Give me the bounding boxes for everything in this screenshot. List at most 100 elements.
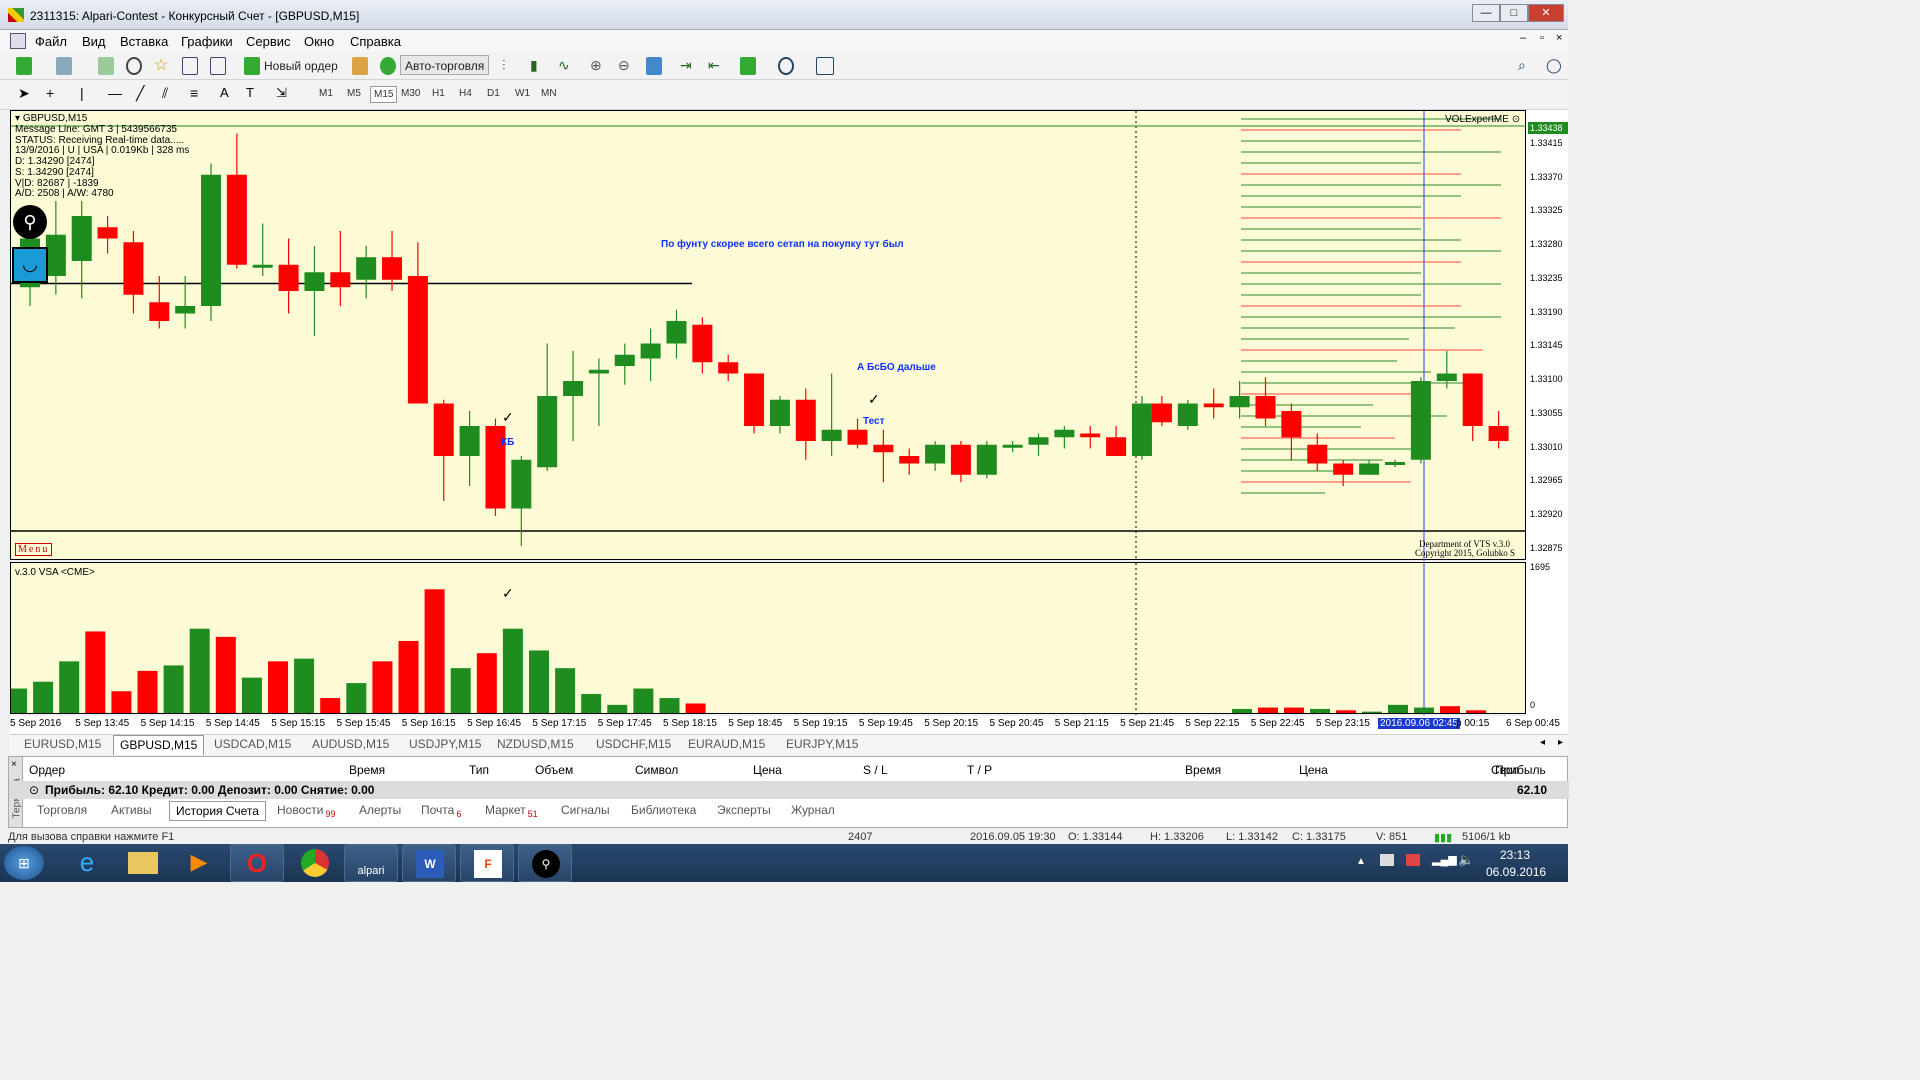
terminal-tab[interactable]: Маркет 51: [485, 803, 538, 819]
media-player-icon[interactable]: ▶: [172, 844, 226, 882]
word-icon[interactable]: W: [402, 844, 456, 882]
autotrading-button[interactable]: Авто-торговля: [400, 55, 490, 75]
chart-window[interactable]: ▾ GBPUSD,M15 Message Line: GMT 3 | 54395…: [10, 110, 1568, 716]
smile-button[interactable]: ◡: [12, 247, 48, 283]
metaeditor-icon[interactable]: [352, 57, 368, 75]
terminal-icon[interactable]: [182, 57, 198, 75]
bar-chart-icon[interactable]: ⫶: [502, 57, 520, 75]
profiles-icon[interactable]: [56, 57, 72, 75]
terminal-tab[interactable]: Журнал: [791, 803, 835, 817]
opera-icon[interactable]: O: [230, 844, 284, 882]
terminal-tab[interactable]: Новости 99: [277, 803, 335, 819]
terminal-tab[interactable]: Библиотека: [631, 803, 696, 817]
tf-m30[interactable]: M30: [398, 86, 423, 101]
fibonacci-icon[interactable]: ≡: [190, 85, 208, 103]
new-chart-icon[interactable]: [16, 57, 32, 75]
tray-app-icon[interactable]: [1406, 854, 1420, 866]
menu-charts[interactable]: Графики: [181, 34, 233, 49]
tabs-left-icon[interactable]: ◂: [1540, 737, 1545, 748]
terminal-tab[interactable]: Сигналы: [561, 803, 610, 817]
chart-shift-icon[interactable]: ⇤: [708, 57, 726, 75]
symbol-tab[interactable]: USDCHF,M15: [590, 737, 677, 751]
menu-insert[interactable]: Вставка: [120, 34, 168, 49]
candle-chart-icon[interactable]: ▮: [530, 57, 548, 75]
terminal-tab[interactable]: Эксперты: [717, 803, 771, 817]
time-axis[interactable]: 5 Sep 2016 5 Sep 13:45 5 Sep 14:15 5 Sep 14…: [10, 716, 1568, 734]
doc-icon[interactable]: [10, 33, 26, 49]
symbol-tab[interactable]: EURAUD,M15: [682, 737, 771, 751]
symbol-tab[interactable]: GBPUSD,M15: [113, 735, 205, 755]
market-watch-icon[interactable]: [98, 57, 114, 75]
tester-icon[interactable]: [210, 57, 226, 75]
minimize-button[interactable]: —: [1472, 4, 1500, 22]
price-axis[interactable]: 1.33415 1.33370 1.33325 1.33280 1.33235 1.331…: [1526, 110, 1568, 716]
tile-windows-icon[interactable]: [646, 57, 662, 75]
tf-m1[interactable]: M1: [316, 86, 336, 101]
label-icon[interactable]: T: [246, 85, 264, 103]
cursor-icon[interactable]: ➤: [18, 85, 36, 103]
menu-tools[interactable]: Сервис: [246, 34, 291, 49]
column-header[interactable]: Прибыль: [1495, 763, 1546, 777]
network-icon[interactable]: ▂▄▆: [1432, 853, 1457, 866]
f-app-icon[interactable]: F: [460, 844, 514, 882]
mdi-minimize[interactable]: –: [1520, 32, 1526, 44]
column-header[interactable]: Цена: [753, 763, 782, 777]
chat-icon[interactable]: ◯: [1546, 57, 1564, 75]
mdi-restore[interactable]: ▫: [1540, 32, 1544, 44]
menu-window[interactable]: Окно: [304, 34, 334, 49]
column-header[interactable]: T / P: [967, 763, 992, 777]
tf-d1[interactable]: D1: [484, 86, 503, 101]
tf-m5[interactable]: M5: [344, 86, 364, 101]
templates-icon[interactable]: [816, 57, 834, 75]
menu-button[interactable]: Menu: [15, 543, 53, 556]
tray-arrow-icon[interactable]: ▲: [1356, 856, 1366, 867]
zoom-out-icon[interactable]: ⊖: [618, 57, 636, 75]
horizontal-line-icon[interactable]: —: [108, 85, 126, 103]
expand-icon[interactable]: ⊙: [29, 783, 39, 797]
terminal-tab[interactable]: Алерты: [359, 803, 401, 817]
trendline-icon[interactable]: ╱: [136, 85, 154, 103]
terminal-tab[interactable]: История Счета: [169, 801, 266, 821]
channel-icon[interactable]: ⫽: [162, 85, 180, 103]
ie-icon[interactable]: e: [60, 844, 114, 882]
symbol-tab[interactable]: NZDUSD,M15: [491, 737, 580, 751]
indicators-icon[interactable]: [740, 57, 756, 75]
autoscroll-icon[interactable]: ⇥: [680, 57, 698, 75]
mdi-close[interactable]: ×: [1556, 32, 1562, 44]
volume-icon[interactable]: 🔈: [1458, 852, 1474, 868]
column-header[interactable]: Цена: [1299, 763, 1328, 777]
start-button[interactable]: ⊞: [4, 846, 44, 880]
favorites-icon[interactable]: ☆: [154, 57, 172, 75]
column-header[interactable]: Время: [1185, 763, 1221, 777]
crosshair-icon[interactable]: +: [46, 85, 64, 103]
zoom-in-icon[interactable]: ⊕: [590, 57, 608, 75]
periods-icon[interactable]: [778, 57, 794, 75]
tabs-right-icon[interactable]: ▸: [1558, 737, 1563, 748]
maximize-button[interactable]: □: [1500, 4, 1528, 22]
arrows-icon[interactable]: ⇲: [276, 85, 294, 103]
symbol-tab[interactable]: USDJPY,M15: [403, 737, 487, 751]
terminal-tab[interactable]: Почта 6: [421, 803, 461, 819]
column-header[interactable]: Тип: [469, 763, 489, 777]
explorer-icon[interactable]: [116, 844, 170, 882]
terminal-tab[interactable]: Активы: [111, 803, 152, 817]
chrome-icon[interactable]: [288, 844, 342, 882]
tf-h1[interactable]: H1: [429, 86, 448, 101]
menu-view[interactable]: Вид: [82, 34, 106, 49]
column-header[interactable]: Время: [349, 763, 385, 777]
line-chart-icon[interactable]: ∿: [558, 57, 576, 75]
terminal-tab[interactable]: Торговля: [37, 803, 87, 817]
tray-flag-icon[interactable]: [1380, 854, 1394, 866]
navigator-icon[interactable]: [126, 57, 142, 75]
pin-app-icon[interactable]: ⚲: [518, 844, 572, 882]
tf-mn[interactable]: MN: [538, 86, 560, 101]
menu-file[interactable]: Файл: [35, 34, 67, 49]
symbol-tab[interactable]: USDCAD,M15: [208, 737, 297, 751]
symbol-tab[interactable]: AUDUSD,M15: [306, 737, 395, 751]
vertical-line-icon[interactable]: |: [80, 85, 98, 103]
text-icon[interactable]: A: [220, 85, 238, 103]
tf-m15[interactable]: M15: [370, 86, 398, 103]
tf-w1[interactable]: W1: [512, 86, 533, 101]
alpari-app[interactable]: alpari: [344, 844, 398, 882]
column-header[interactable]: Объем: [535, 763, 573, 777]
